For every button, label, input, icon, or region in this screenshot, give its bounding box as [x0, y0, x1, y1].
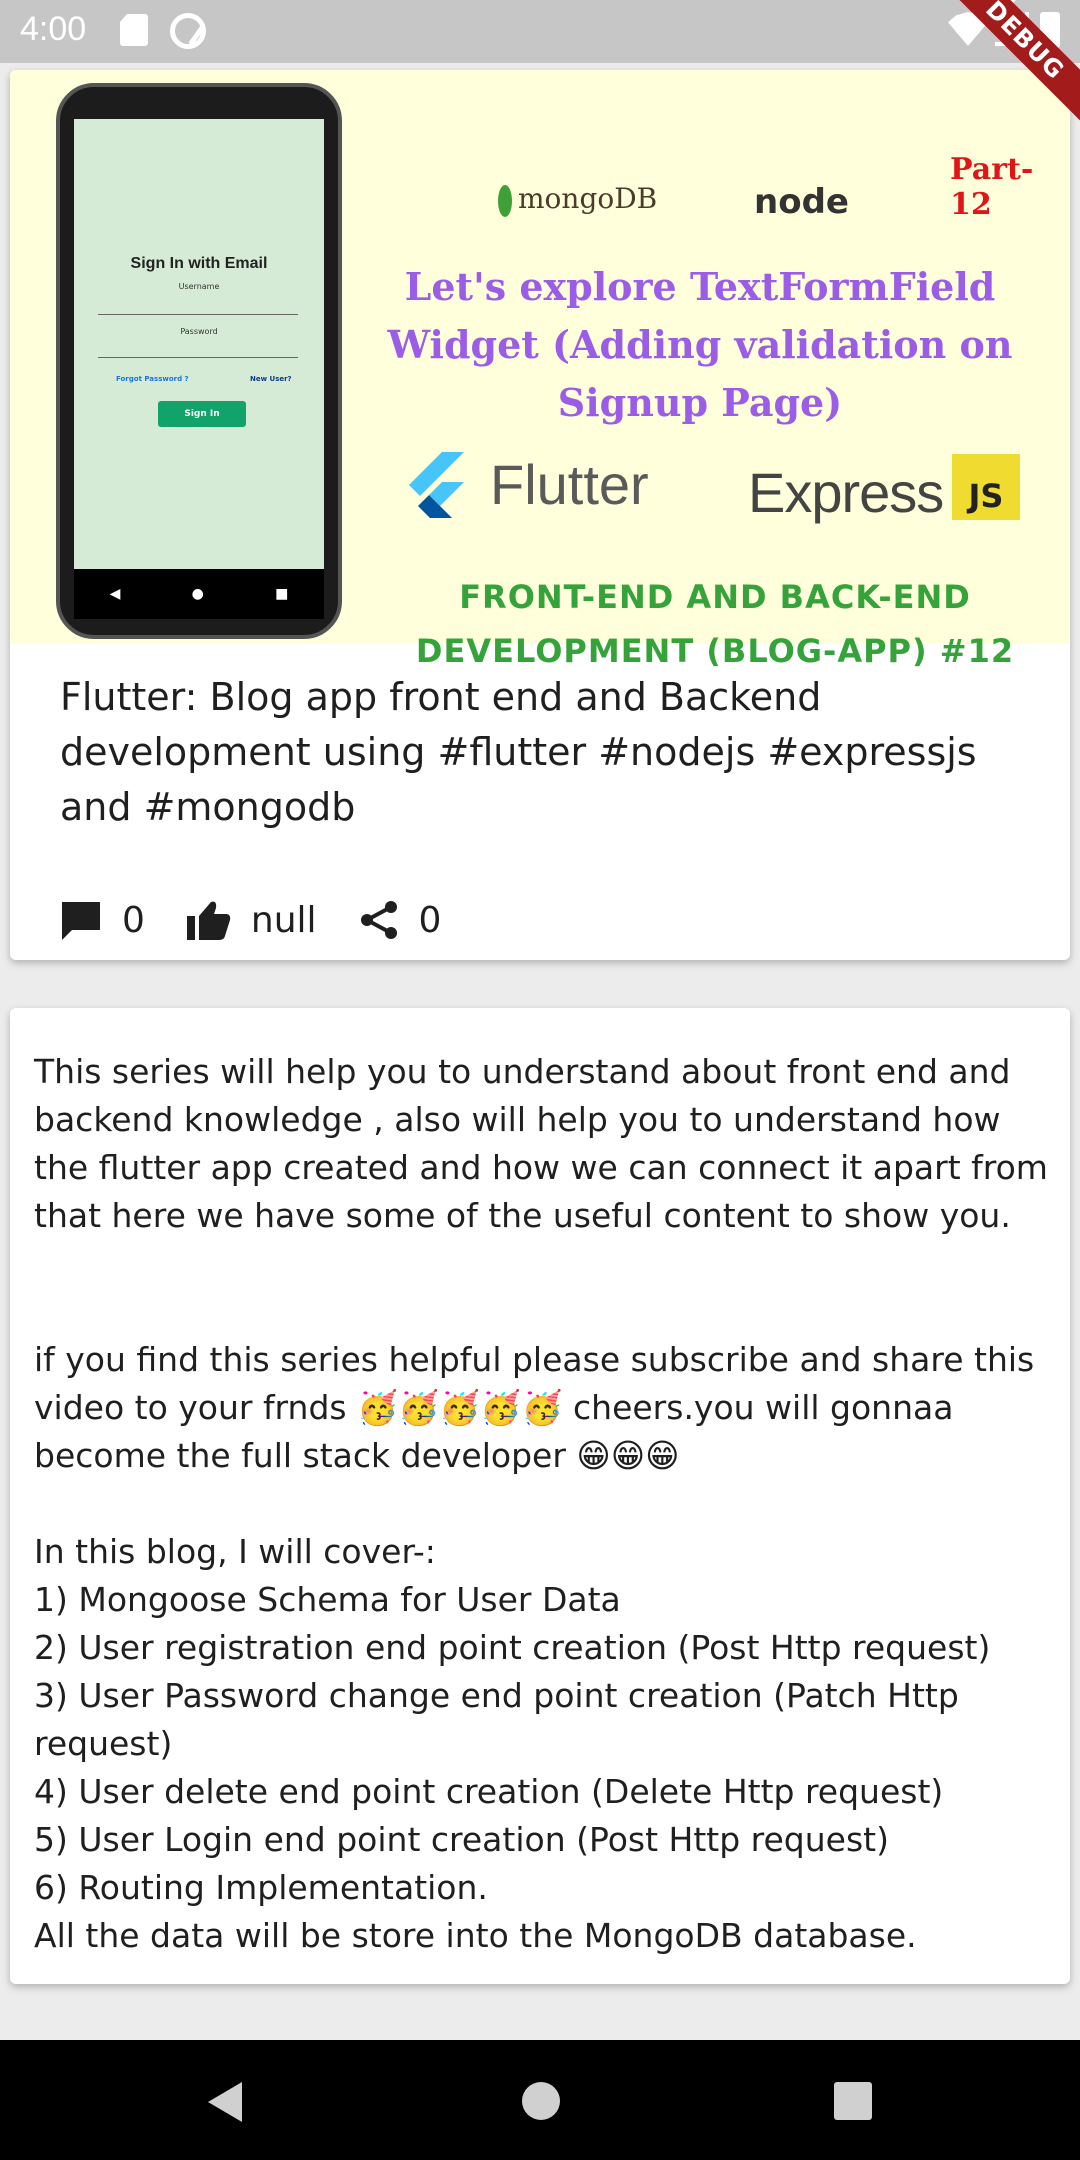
phone-nav-bar: ◀ ● ■: [74, 569, 324, 619]
post-thumbnail[interactable]: Sign In with Email Username Password For…: [10, 70, 1070, 670]
part-label: Part-12: [950, 152, 1034, 222]
phone-password-label: Password: [180, 327, 218, 336]
post-description: This series will help you to understand …: [34, 1052, 1048, 1955]
flutter-logo-icon: [409, 452, 464, 518]
phone-new-user-link: New User?: [250, 375, 292, 383]
phone-password-underline: [98, 357, 298, 358]
phone-username-underline: [98, 314, 298, 315]
mongodb-logo: mongoDB: [498, 182, 657, 217]
likes-count: null: [250, 899, 317, 941]
recent-apps-icon[interactable]: [834, 2082, 872, 2120]
sync-icon: [170, 13, 206, 49]
system-nav-bar: [0, 2040, 1080, 2160]
phone-screen: Sign In with Email Username Password For…: [74, 119, 324, 569]
post-title: Flutter: Blog app front end and Backend …: [60, 675, 977, 829]
comments-action[interactable]: 0: [60, 900, 145, 941]
thumb-up-icon: [186, 901, 231, 940]
thumbnail-subline: FRONT-END AND BACK-END DEVELOPMENT (BLOG…: [415, 578, 1015, 670]
back-icon[interactable]: [208, 2082, 242, 2122]
express-label: Express: [748, 461, 944, 524]
phone-recent-icon: ■: [275, 586, 289, 602]
description-card: This series will help you to understand …: [10, 1008, 1070, 1984]
sd-card-icon: [120, 14, 148, 46]
comments-count: 0: [122, 899, 145, 941]
flutter-label: Flutter: [490, 453, 649, 516]
like-action[interactable]: null: [186, 899, 317, 941]
mongodb-label: mongoDB: [518, 182, 658, 215]
js-logo: JS: [952, 454, 1020, 520]
share-action[interactable]: 0: [359, 899, 442, 941]
phone-mockup: Sign In with Email Username Password For…: [56, 83, 342, 639]
phone-signin-title: Sign In with Email: [130, 255, 268, 272]
phone-back-icon: ◀: [109, 586, 121, 602]
post-card[interactable]: Sign In with Email Username Password For…: [10, 70, 1070, 960]
share-icon: [360, 901, 397, 939]
thumbnail-headline: Let's explore TextFormField Widget (Addi…: [387, 264, 1013, 425]
home-icon[interactable]: [522, 2082, 560, 2120]
phone-signin-button: Sign In: [158, 401, 246, 427]
phone-forgot-link: Forgot Password ?: [116, 375, 189, 383]
post-actions: 0 null 0: [60, 890, 483, 950]
status-bar: 4:00: [0, 0, 1080, 63]
comment-icon: [62, 902, 100, 940]
nodejs-logo: node: [754, 182, 849, 222]
status-time: 4:00: [20, 10, 87, 48]
phone-home-icon: ●: [191, 586, 204, 602]
mongodb-leaf-icon: [498, 184, 512, 217]
shares-count: 0: [418, 899, 442, 941]
phone-username-label: Username: [178, 282, 220, 291]
